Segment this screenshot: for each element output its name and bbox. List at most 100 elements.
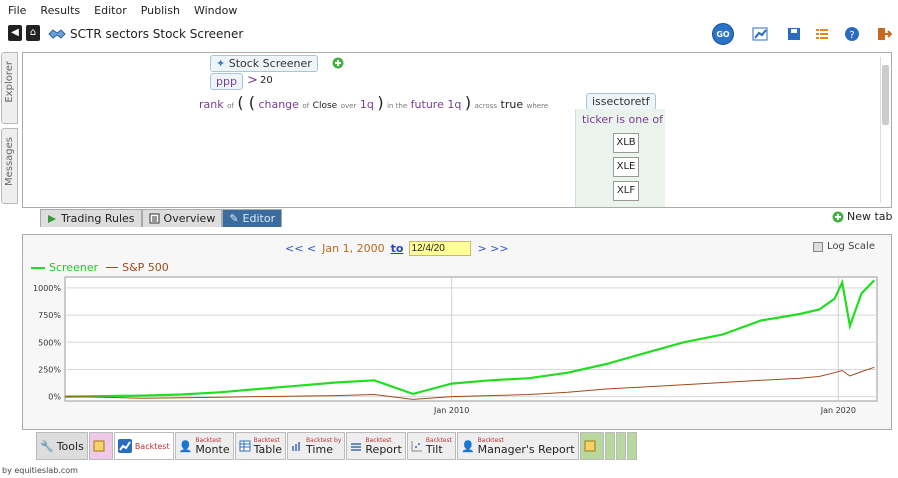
start-date[interactable]: Jan 1, 2000 bbox=[322, 242, 384, 255]
performance-chart: 1000% 750% 500% 250% 0% Jan 2010 Jan 2020 bbox=[33, 276, 878, 415]
menu-results[interactable]: Results bbox=[40, 4, 80, 17]
scrollbar-thumb[interactable] bbox=[882, 65, 889, 125]
across-value[interactable]: true bbox=[501, 98, 524, 111]
document-icon bbox=[149, 213, 160, 224]
ticker-xlf[interactable]: XLF bbox=[613, 181, 639, 201]
close-field[interactable]: Close bbox=[313, 101, 338, 111]
stock-screener-label: Stock Screener bbox=[228, 57, 312, 70]
tab-report-label: Report bbox=[365, 442, 402, 456]
to-link[interactable]: to bbox=[391, 242, 404, 255]
ticker-xlb[interactable]: XLB bbox=[613, 133, 639, 153]
ticker-xle[interactable]: XLE bbox=[613, 157, 639, 177]
footer-credit: by equitieslab.com bbox=[2, 466, 78, 475]
tab-trading-rules-label: Trading Rules bbox=[61, 212, 135, 225]
tab-managers-label: Manager's Report bbox=[477, 442, 575, 456]
filter-value[interactable]: 20 bbox=[260, 75, 273, 86]
add-icon bbox=[832, 211, 844, 222]
menu-window[interactable]: Window bbox=[194, 4, 237, 17]
handshake-icon: ✦ bbox=[216, 57, 226, 70]
save-icon[interactable] bbox=[786, 26, 802, 42]
explorer-tab-label: Explorer bbox=[4, 61, 15, 103]
notes-icon bbox=[584, 440, 596, 452]
help-icon[interactable]: ? bbox=[844, 26, 860, 42]
tab-backtest-report[interactable]: Backtest Report bbox=[346, 432, 406, 460]
log-scale-label: Log Scale bbox=[827, 241, 875, 252]
tab-extra-4[interactable] bbox=[626, 432, 637, 460]
tab-editor-label: Editor bbox=[242, 212, 276, 225]
log-scale-toggle[interactable]: Log Scale bbox=[813, 241, 875, 252]
tab-backtest-time[interactable]: Backtest by Time bbox=[287, 432, 346, 460]
chart-panel: << < Jan 1, 2000 to > >> Log Scale Scree… bbox=[22, 234, 892, 430]
bar-chart-icon bbox=[292, 442, 301, 451]
legend-sp500-swatch bbox=[106, 267, 119, 268]
y-tick-label: 250% bbox=[38, 365, 61, 374]
menu-editor[interactable]: Editor bbox=[94, 4, 127, 17]
new-tab-label: New tab bbox=[847, 210, 893, 223]
add-icon[interactable] bbox=[332, 57, 344, 69]
sector-panel: ticker is one of XLB XLE XLF bbox=[575, 109, 665, 207]
play-icon bbox=[48, 214, 56, 223]
tab-monte-label: Monte bbox=[195, 442, 230, 456]
x-tick-label: Jan 2020 bbox=[820, 406, 856, 415]
app-title: SCTR sectors Stock Screener bbox=[48, 27, 243, 41]
back-arrow-icon[interactable]: ◀ bbox=[8, 25, 22, 41]
tab-backtest-table[interactable]: Backtest Table bbox=[234, 432, 287, 460]
home-icon[interactable]: ⌂ bbox=[26, 25, 40, 41]
handshake-icon bbox=[48, 29, 66, 39]
filter-field-chip[interactable]: ppp bbox=[210, 73, 243, 90]
menu-publish[interactable]: Publish bbox=[141, 4, 180, 17]
explorer-tab[interactable]: Explorer bbox=[1, 52, 18, 124]
new-tab-button[interactable]: New tab bbox=[832, 210, 893, 223]
messages-tab[interactable]: Messages bbox=[1, 128, 18, 204]
table-icon bbox=[239, 440, 251, 452]
end-date-input[interactable] bbox=[409, 241, 472, 256]
log-scale-checkbox[interactable] bbox=[813, 241, 824, 252]
filter-operator[interactable]: > bbox=[247, 73, 258, 88]
rank-expression: rank of ( ( change of Close over 1q ) in… bbox=[199, 93, 548, 112]
sector-tab-chip[interactable]: issectoretf bbox=[586, 93, 656, 110]
exit-icon[interactable] bbox=[876, 26, 892, 42]
tab-backtest-monte[interactable]: 👤 Backtest Monte bbox=[174, 432, 234, 460]
future-keyword[interactable]: future bbox=[411, 98, 444, 111]
tab-editor[interactable]: ✎ Editor bbox=[222, 209, 283, 227]
menu-file[interactable]: File bbox=[8, 4, 26, 17]
close-paren-2: ) bbox=[464, 93, 472, 112]
tab-overview[interactable]: Overview bbox=[141, 209, 223, 227]
tab-backtest[interactable]: Backtest bbox=[113, 432, 174, 460]
sector-condition[interactable]: ticker is one of bbox=[582, 113, 663, 126]
period-2[interactable]: 1q bbox=[447, 98, 461, 111]
date-back-button[interactable]: << < bbox=[285, 242, 316, 255]
in-the-label: in the bbox=[387, 102, 408, 110]
change-keyword[interactable]: change bbox=[258, 98, 298, 111]
tab-tools[interactable]: 🔧 Tools bbox=[36, 432, 88, 460]
rank-keyword[interactable]: rank bbox=[199, 98, 224, 111]
tab-backtest-tilt[interactable]: Backtest Tilt bbox=[406, 432, 456, 460]
scatter-icon bbox=[411, 441, 422, 452]
date-forward-button[interactable]: > >> bbox=[477, 242, 508, 255]
toolbar: ◀ ⌂ SCTR sectors Stock Screener GO ? bbox=[0, 22, 898, 46]
tab-time-label: Time bbox=[306, 442, 333, 456]
go-button[interactable]: GO bbox=[712, 23, 734, 45]
tab-notes[interactable] bbox=[88, 432, 113, 460]
stock-screener-chip[interactable]: ✦ Stock Screener bbox=[210, 55, 318, 72]
chart-icon[interactable] bbox=[752, 26, 768, 42]
tab-extra-1[interactable] bbox=[579, 432, 604, 460]
tab-trading-rules[interactable]: Trading Rules bbox=[40, 209, 142, 227]
tab-extra-3[interactable] bbox=[615, 432, 626, 460]
list-icon[interactable] bbox=[814, 26, 830, 42]
menu-bar: File Results Editor Publish Window bbox=[0, 0, 898, 20]
messages-tab-label: Messages bbox=[4, 137, 15, 187]
rule-editor: ✦ Stock Screener ppp > 20 rank of ( ( ch… bbox=[22, 52, 892, 208]
tab-managers-report[interactable]: 👤 Backtest Manager's Report bbox=[456, 432, 579, 460]
tab-overview-label: Overview bbox=[163, 212, 216, 225]
y-tick-label: 500% bbox=[38, 338, 61, 347]
editor-scrollbar[interactable] bbox=[880, 57, 889, 203]
wrench-icon: 🔧 bbox=[40, 439, 54, 453]
tab-extra-2[interactable] bbox=[604, 432, 615, 460]
across-label: across bbox=[474, 102, 498, 110]
over-label: over bbox=[340, 102, 357, 110]
person-icon: 👤 bbox=[460, 439, 475, 453]
period-1[interactable]: 1q bbox=[360, 98, 374, 111]
tab-tilt-label: Tilt bbox=[425, 442, 443, 456]
report-icon bbox=[351, 443, 362, 451]
